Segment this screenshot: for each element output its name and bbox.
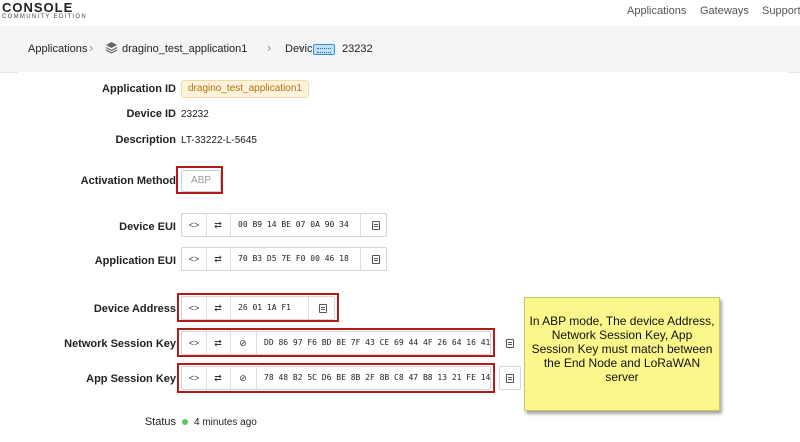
byte-order-icon[interactable]: ⇄ xyxy=(206,214,231,236)
device-eui-field: <> ⇄ 00 B9 14 BE 07 0A 90 34 xyxy=(181,213,387,237)
field-divider xyxy=(360,214,361,236)
status-dot-icon xyxy=(182,419,188,425)
code-toggle-icon[interactable]: <> xyxy=(182,214,207,236)
code-toggle-icon[interactable]: <> xyxy=(182,248,207,270)
app-session-key-copy-box xyxy=(499,366,521,390)
field-divider xyxy=(360,248,361,270)
device-id-label: Device ID xyxy=(126,108,176,120)
nav-gateways[interactable]: Gateways xyxy=(700,5,749,17)
device-address-label: Device Address xyxy=(93,303,176,315)
device-icon xyxy=(313,44,335,55)
network-session-key-label: Network Session Key xyxy=(64,338,176,350)
chevron-right-icon: › xyxy=(89,40,94,55)
byte-order-icon[interactable]: ⇄ xyxy=(206,248,231,270)
chevron-right-icon: › xyxy=(299,40,304,55)
status-label: Status xyxy=(144,416,176,428)
breadcrumb-device: 23232 xyxy=(342,43,373,55)
application-id-tag[interactable]: dragino_test_application1 xyxy=(181,80,309,98)
nav-applications[interactable]: Applications xyxy=(627,5,686,17)
application-eui-value[interactable]: 70 B3 D5 7E F0 00 46 18 xyxy=(230,248,349,270)
application-icon xyxy=(105,42,118,54)
copy-icon[interactable] xyxy=(372,255,380,264)
application-id-label: Application ID xyxy=(102,83,176,95)
application-eui-label: Application EUI xyxy=(94,255,176,267)
application-eui-field: <> ⇄ 70 B3 D5 7E F0 00 46 18 xyxy=(181,247,387,271)
top-navbar: CONSOLE COMMUNITY EDITION Applications G… xyxy=(0,0,800,26)
device-eui-value[interactable]: 00 B9 14 BE 07 0A 90 34 xyxy=(230,214,349,236)
device-eui-label: Device EUI xyxy=(119,221,176,233)
annotation-note: In ABP mode, The device Address, Network… xyxy=(524,297,720,411)
app-session-key-label: App Session Key xyxy=(86,373,176,385)
activation-highlight xyxy=(176,166,223,194)
breadcrumb-application[interactable]: dragino_test_application1 xyxy=(122,43,247,55)
copy-icon[interactable] xyxy=(506,339,514,348)
nav-support[interactable]: Support xyxy=(762,5,800,17)
status-value: 4 minutes ago xyxy=(194,417,257,428)
activation-method-label: Activation Method xyxy=(80,175,176,187)
copy-icon[interactable] xyxy=(372,221,380,230)
breadcrumb-applications[interactable]: Applications xyxy=(28,43,87,55)
copy-icon[interactable] xyxy=(506,374,514,383)
description-label: Description xyxy=(115,134,176,146)
app-session-key-highlight xyxy=(177,363,495,393)
breadcrumb: Applications › dragino_test_application1… xyxy=(0,26,800,73)
description-value: LT-33222-L-5645 xyxy=(181,135,257,146)
device-address-highlight xyxy=(177,293,339,322)
chevron-right-icon: › xyxy=(267,40,272,55)
logo-sub-text: COMMUNITY EDITION xyxy=(2,14,87,20)
network-session-key-highlight xyxy=(177,328,495,357)
logo-main-text: CONSOLE xyxy=(2,0,74,15)
device-id-value: 23232 xyxy=(181,109,209,120)
